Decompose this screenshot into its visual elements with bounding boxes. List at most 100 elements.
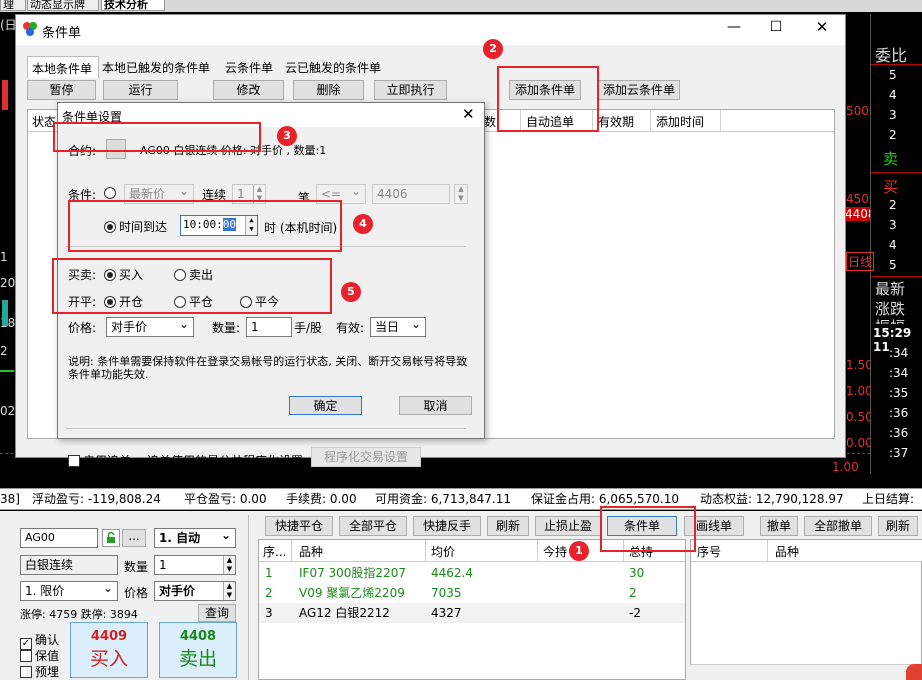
line-order-button[interactable]: 画线单	[684, 516, 744, 536]
col-qty: 数	[484, 115, 497, 129]
cancel-order-button[interactable]: 撤单	[760, 516, 798, 536]
orders-scrollbar[interactable]	[690, 664, 922, 680]
row-avg: 4327	[431, 606, 462, 620]
col-seq: 序号	[697, 545, 722, 559]
mode-select[interactable]: 1. 自动	[154, 528, 236, 548]
modify-button[interactable]: 修改	[213, 80, 284, 100]
auto-chase-checkbox[interactable]: 启用追单	[68, 452, 131, 469]
price-type-select[interactable]: 1. 限价	[20, 581, 118, 601]
row-name: AG12 白银2212	[299, 606, 390, 620]
qty-unit: 手/股	[294, 321, 323, 335]
tab-cloud-cond[interactable]: 云条件单	[225, 59, 273, 76]
more-button[interactable]: ...	[122, 529, 146, 547]
table-row[interactable]: 1 IF07 300股指2207 4462.4 30	[259, 563, 685, 583]
price-label-bottom: 价格	[124, 586, 149, 600]
dialog-cancel-button[interactable]: 取消	[399, 396, 472, 415]
valid-label: 有效:	[336, 321, 365, 335]
col-idx: 序...	[263, 545, 287, 559]
status-bar: 38] 浮动盈亏: -119,808.24 平仓盈亏: 0.00 手续费: 0.…	[0, 488, 922, 510]
contract-label: 合约:	[68, 144, 97, 158]
annotation-badge: 5	[341, 282, 361, 302]
annotation-badge: 1	[569, 541, 589, 561]
time-arrive-radio[interactable]: 时间到达	[104, 218, 167, 235]
sell-level: 4	[889, 88, 897, 102]
buy-side-label: 买	[883, 178, 899, 196]
close-today-radio[interactable]: 平今	[240, 293, 279, 310]
query-button[interactable]: 查询	[198, 604, 236, 622]
contract-picker[interactable]	[106, 139, 126, 159]
cond-window-title: 条件单	[42, 26, 82, 41]
execute-now-button[interactable]: 立即执行	[374, 80, 447, 100]
chart-left-label: 02	[0, 404, 16, 418]
close-radio[interactable]: 平仓	[174, 293, 213, 310]
col-today: 今持	[543, 545, 568, 559]
top-tab-2[interactable]: 动态显示牌	[27, 0, 99, 11]
top-tab-3[interactable]: 技术分析	[101, 0, 165, 11]
qty-input-bottom[interactable]: 1 ▲ ▼	[154, 555, 236, 575]
table-row[interactable]: 2 V09 聚氯乙烯2209 7035 2	[259, 583, 685, 603]
consecutive-label: 连续	[202, 188, 227, 202]
quick-reverse-button[interactable]: 快捷反手	[413, 516, 481, 536]
code-input[interactable]: AG00	[20, 528, 98, 548]
program-trade-button[interactable]: 程序化交易设置	[311, 447, 421, 467]
tab-local-cond[interactable]: 本地条件单	[27, 56, 99, 78]
quick-close-button[interactable]: 快捷平仓	[265, 516, 333, 536]
buysell-label: 买卖:	[68, 268, 97, 282]
table-row[interactable]: 3 AG12 白银2212 4327 -2	[259, 603, 685, 623]
price-input-bottom[interactable]: 对手价 ▲ ▼	[154, 581, 236, 601]
minimize-icon[interactable]: —	[724, 19, 744, 39]
stop-loss-button[interactable]: 止损止盈	[535, 516, 601, 536]
status-item: 38]	[0, 492, 20, 506]
tab-cloud-triggered[interactable]: 云已触发的条件单	[285, 59, 381, 76]
confirm-label: 确认	[35, 633, 60, 647]
refresh-right-button[interactable]: 刷新	[878, 516, 918, 536]
cond-price-spin: ▲ ▼	[454, 184, 468, 204]
delete-button[interactable]: 删除	[293, 80, 364, 100]
day-line-label: 日线	[846, 252, 875, 271]
buy-level: 4	[889, 238, 897, 252]
dialog-ok-button[interactable]: 确定	[289, 396, 362, 415]
col-name: 品种	[299, 545, 324, 559]
auto-chase-label: 启用追单	[83, 454, 132, 468]
buy-level: 5	[889, 258, 897, 272]
prebuy-checkbox[interactable]: 预埋	[20, 663, 59, 680]
sell-order-button[interactable]: 4408 卖出	[159, 622, 237, 678]
open-radio-label: 开仓	[119, 295, 144, 309]
cond-order-button[interactable]: 条件单	[607, 516, 677, 536]
tick-time: :37	[889, 446, 909, 460]
order-book-divider	[871, 276, 922, 277]
dialog-close-icon[interactable]: ✕	[462, 105, 475, 123]
cancel-all-button[interactable]: 全部撤单	[804, 516, 872, 536]
chart-price-label: 1.00	[832, 460, 859, 474]
time-input[interactable]: 10:00:00 ▲ ▼	[180, 215, 258, 236]
open-radio[interactable]: 开仓	[104, 293, 143, 310]
valid-select[interactable]: 当日	[370, 317, 426, 337]
sell-radio[interactable]: 卖出	[174, 266, 213, 283]
price-select[interactable]: 对手价	[106, 317, 194, 337]
fee: 手续费: 0.00	[286, 492, 357, 506]
chart-left-label: 1	[0, 250, 8, 264]
cond-price-radio[interactable]	[104, 186, 119, 200]
close-all-button[interactable]: 全部平仓	[339, 516, 407, 536]
lock-icon[interactable]	[102, 529, 120, 547]
close-icon[interactable]: ✕	[812, 18, 832, 38]
tick-time: :36	[889, 406, 909, 420]
run-button[interactable]: 运行	[103, 80, 178, 100]
pause-button[interactable]: 暂停	[27, 80, 96, 100]
sell-radio-label: 卖出	[189, 268, 214, 282]
add-cond-button[interactable]: 添加条件单	[509, 80, 581, 100]
sell-price: 4408	[179, 629, 217, 644]
buy-radio[interactable]: 买入	[104, 266, 143, 283]
row-idx: 2	[265, 586, 273, 600]
hedge-checkbox[interactable]: 保值	[20, 647, 59, 664]
top-tab-1[interactable]: 理	[0, 0, 26, 11]
available-funds: 可用资金: 6,713,847.11	[375, 492, 512, 506]
buy-order-button[interactable]: 4409 买入	[70, 622, 148, 678]
refresh-button[interactable]: 刷新	[487, 516, 529, 536]
add-cloud-cond-button[interactable]: 添加云条件单	[598, 80, 680, 100]
qty-input[interactable]: 1	[246, 317, 292, 337]
cond-price-input: 4406	[372, 184, 450, 204]
maximize-icon[interactable]: ☐	[766, 19, 786, 39]
chart-candle	[2, 80, 8, 110]
tab-local-triggered[interactable]: 本地已触发的条件单	[102, 59, 210, 76]
